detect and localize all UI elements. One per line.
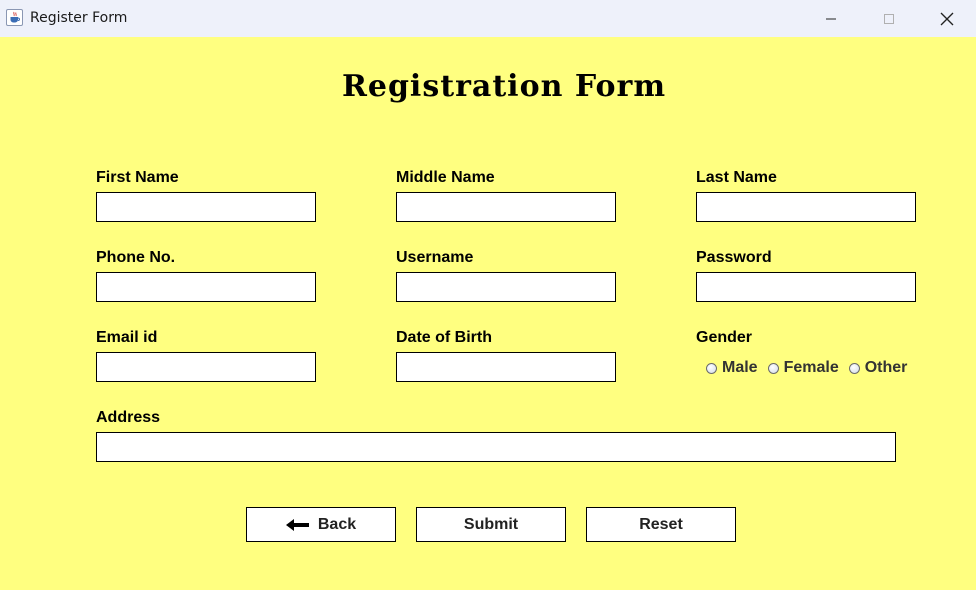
gender-option-label: Female bbox=[783, 359, 839, 376]
back-button[interactable]: Back bbox=[246, 507, 396, 542]
gender-radio-group: Male Female Other bbox=[706, 359, 917, 377]
submit-button-label: Submit bbox=[463, 515, 519, 533]
page-title: Registration Form bbox=[341, 69, 667, 104]
radio-button[interactable] bbox=[767, 362, 779, 374]
radio-button[interactable] bbox=[848, 362, 860, 374]
maximize-icon bbox=[884, 13, 894, 24]
reset-button-label: Reset bbox=[639, 515, 683, 533]
title-bar: Register Form bbox=[0, 0, 976, 37]
last-name-label: Last Name bbox=[696, 169, 777, 186]
username-label: Username bbox=[396, 249, 474, 266]
dob-field[interactable] bbox=[396, 352, 616, 382]
gender-radio-other[interactable]: Other bbox=[848, 359, 908, 377]
maximize-button[interactable] bbox=[860, 0, 918, 37]
window-title: Register Form bbox=[30, 10, 128, 26]
password-label: Password bbox=[696, 249, 772, 266]
registration-panel: Registration Form First Name Middle Name… bbox=[0, 37, 976, 590]
last-name-field[interactable] bbox=[696, 192, 916, 222]
phone-label: Phone No. bbox=[96, 249, 176, 266]
email-label: Email id bbox=[96, 329, 158, 346]
gender-label: Gender bbox=[696, 329, 753, 346]
minimize-button[interactable] bbox=[802, 0, 860, 37]
gender-option-label: Male bbox=[722, 359, 758, 376]
phone-field[interactable] bbox=[96, 272, 316, 302]
submit-button[interactable]: Submit bbox=[416, 507, 566, 542]
back-button-label: Back bbox=[317, 515, 357, 533]
left-arrow-icon bbox=[285, 518, 310, 532]
email-field[interactable] bbox=[96, 352, 316, 382]
dob-label: Date of Birth bbox=[396, 329, 492, 346]
first-name-label: First Name bbox=[96, 169, 179, 186]
gender-option-label: Other bbox=[864, 359, 908, 376]
radio-button[interactable] bbox=[706, 362, 717, 374]
address-label: Address bbox=[96, 409, 161, 426]
gender-radio-male[interactable]: Male bbox=[706, 359, 758, 377]
java-cup-icon bbox=[6, 9, 23, 26]
close-icon bbox=[940, 12, 954, 25]
first-name-field[interactable] bbox=[96, 192, 316, 222]
close-button[interactable] bbox=[918, 0, 976, 37]
password-field[interactable] bbox=[696, 272, 916, 302]
minimize-icon bbox=[826, 18, 836, 19]
reset-button[interactable]: Reset bbox=[586, 507, 736, 542]
gender-radio-female[interactable]: Female bbox=[767, 359, 839, 377]
username-field[interactable] bbox=[396, 272, 616, 302]
address-field[interactable] bbox=[96, 432, 896, 462]
middle-name-label: Middle Name bbox=[396, 169, 495, 186]
middle-name-field[interactable] bbox=[396, 192, 616, 222]
